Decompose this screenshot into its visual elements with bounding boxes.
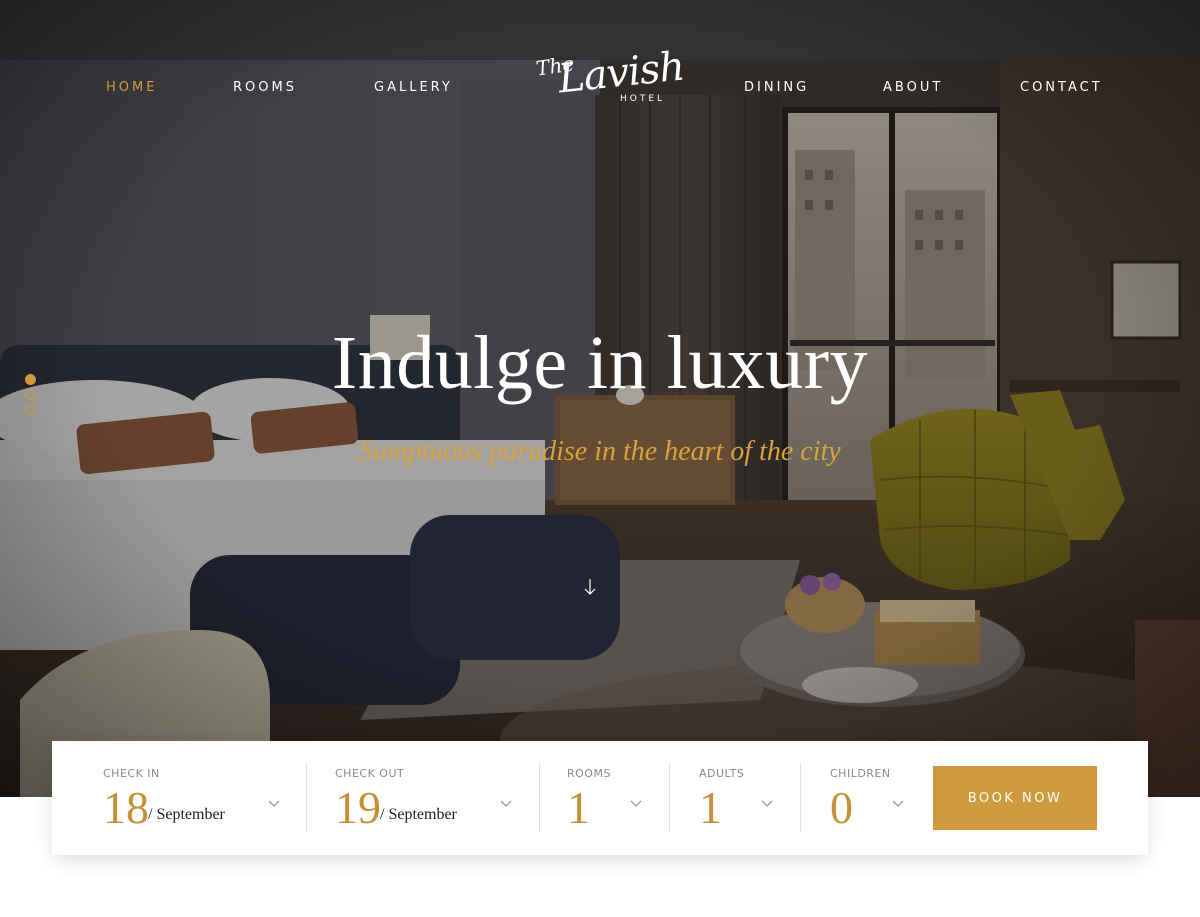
- divider: [306, 763, 307, 833]
- check-out-label: CHECK OUT: [335, 767, 405, 780]
- check-in-month: / September: [148, 806, 225, 823]
- hero-section: HOME ROOMS GALLERY DINING ABOUT CONTACT …: [0, 0, 1200, 797]
- booking-bar: CHECK IN 18 / September CHECK OUT 19 / S…: [52, 741, 1148, 855]
- logo[interactable]: The Lavish HOTEL: [528, 40, 687, 130]
- check-in-label: CHECK IN: [103, 767, 160, 780]
- rooms-value: 1: [567, 782, 590, 833]
- arrow-down-icon[interactable]: [581, 576, 599, 598]
- book-now-button[interactable]: BOOK NOW: [933, 766, 1097, 830]
- divider: [539, 763, 540, 833]
- children-value: 0: [830, 782, 853, 833]
- rooms-field[interactable]: ROOMS 1: [567, 741, 667, 855]
- hero-subtitle: Sumptuous paradise in the heart of the c…: [359, 436, 841, 467]
- chevron-down-icon: [268, 800, 280, 807]
- check-out-month: / September: [380, 806, 457, 823]
- chevron-down-icon: [892, 800, 904, 807]
- check-in-day: 18: [103, 782, 149, 833]
- logo-subtitle: HOTEL: [620, 94, 666, 104]
- chevron-down-icon: [630, 800, 642, 807]
- check-out-day: 19: [335, 782, 381, 833]
- hero-title: Indulge in luxury: [331, 321, 869, 405]
- divider: [800, 763, 801, 833]
- check-out-field[interactable]: CHECK OUT 19 / September: [335, 741, 525, 855]
- nav-contact[interactable]: CONTACT: [1020, 80, 1103, 95]
- nav-gallery[interactable]: GALLERY: [374, 80, 453, 95]
- adults-field[interactable]: ADULTS 1: [699, 741, 799, 855]
- nav-home[interactable]: HOME: [106, 80, 157, 95]
- children-field[interactable]: CHILDREN 0: [830, 741, 930, 855]
- nav-about[interactable]: ABOUT: [883, 80, 943, 95]
- rooms-label: ROOMS: [567, 767, 611, 780]
- chevron-down-icon: [500, 800, 512, 807]
- nav-rooms[interactable]: ROOMS: [233, 80, 297, 95]
- children-label: CHILDREN: [830, 767, 891, 780]
- chevron-down-icon: [761, 800, 773, 807]
- adults-value: 1: [699, 782, 722, 833]
- nav-dining[interactable]: DINING: [744, 80, 809, 95]
- check-in-field[interactable]: CHECK IN 18 / September: [103, 741, 293, 855]
- adults-label: ADULTS: [699, 767, 745, 780]
- divider: [669, 763, 670, 833]
